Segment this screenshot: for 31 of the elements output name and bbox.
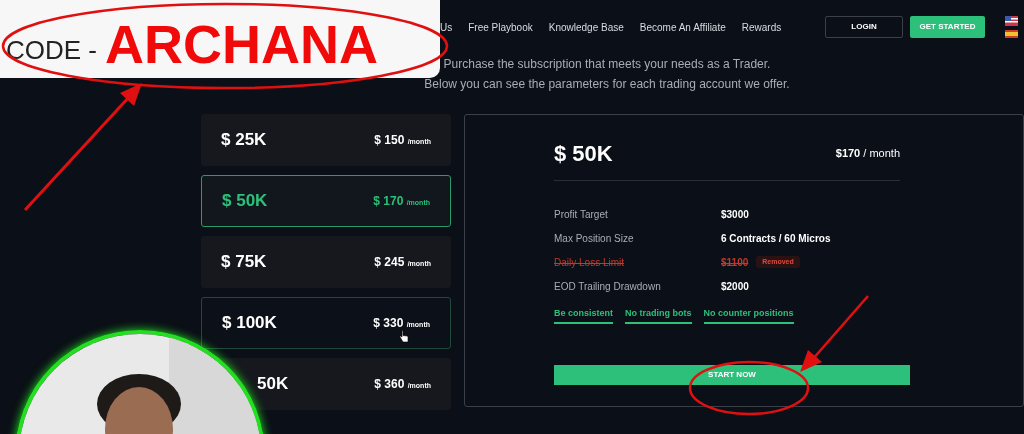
promo-code: ARCHANA <box>105 16 378 72</box>
param-label: Max Position Size <box>554 231 635 246</box>
rule-link[interactable]: No counter positions <box>703 307 794 324</box>
nav-link[interactable]: Knowledge Base <box>548 19 624 35</box>
pointer-cursor-icon <box>399 330 410 343</box>
param-label: Profit Target <box>554 207 609 222</box>
nav-link[interactable]: Rewards <box>741 19 782 35</box>
plan-amount: $ 25K <box>221 129 267 152</box>
param-value: $3000 <box>721 207 749 222</box>
intro-text: Below you can see the parameters for each trading account we offer. <box>424 76 790 93</box>
param-value: $1100 <box>721 255 749 270</box>
param-value: 6 Contracts / 60 Micros <box>721 231 831 246</box>
param-value: $2000 <box>721 279 749 294</box>
detail-title: $ 50K <box>554 140 613 168</box>
flag-icon[interactable] <box>1005 30 1018 38</box>
nav-link[interactable]: Free Playbook <box>468 19 533 35</box>
rule-link[interactable]: Be consistent <box>554 307 613 324</box>
intro-text: Purchase the subscription that meets your needs as a Trader. <box>443 56 771 73</box>
plan-amount: 50K <box>256 373 289 396</box>
promo-label: CODE - <box>6 34 97 67</box>
plan-amount: $ 50K <box>222 190 268 213</box>
detail-price: $170 / month <box>835 146 900 162</box>
plan-amount: $ 100K <box>222 312 277 335</box>
param-label: Daily Loss Limit <box>554 255 626 270</box>
nav-link[interactable]: Become An Affiliate <box>639 19 726 35</box>
rule-link[interactable]: No trading bots <box>625 307 692 324</box>
flag-icon[interactable] <box>1005 16 1018 26</box>
plan-amount: $ 75K <box>221 251 267 274</box>
param-label: EOD Trailing Drawdown <box>554 279 662 294</box>
login-button[interactable]: LOGIN <box>825 16 903 38</box>
nav-link[interactable]: Us <box>440 19 453 35</box>
